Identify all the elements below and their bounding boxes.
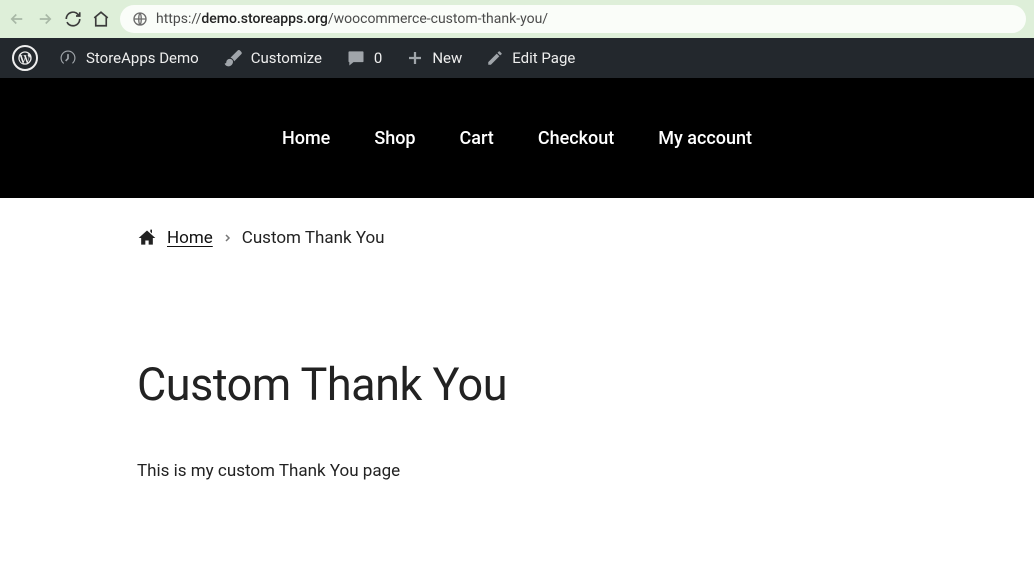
url-text: https://demo.storeapps.org/woocommerce-c…	[156, 11, 548, 27]
wp-new-item[interactable]: New	[394, 38, 474, 78]
wordpress-logo-icon	[12, 45, 38, 71]
wp-customize-label: Customize	[251, 49, 322, 67]
breadcrumb: Home Custom Thank You	[137, 228, 897, 248]
plus-icon	[406, 49, 424, 67]
forward-button[interactable]	[36, 10, 54, 28]
wp-comments-item[interactable]: 0	[334, 38, 394, 78]
comment-icon	[346, 48, 366, 68]
page-body: This is my custom Thank You page	[137, 461, 897, 481]
wp-edit-page-label: Edit Page	[512, 49, 575, 67]
wp-edit-page-item[interactable]: Edit Page	[474, 38, 587, 78]
wp-comments-count: 0	[374, 49, 382, 67]
home-button[interactable]	[92, 10, 110, 28]
nav-shop[interactable]: Shop	[374, 128, 415, 149]
wp-admin-bar: StoreApps Demo Customize 0 New Edit Page	[0, 38, 1034, 78]
page-title: Custom Thank You	[137, 358, 897, 411]
breadcrumb-home[interactable]: Home	[167, 228, 213, 248]
reload-icon	[64, 10, 82, 28]
pencil-icon	[486, 49, 504, 67]
page-content: Home Custom Thank You Custom Thank You T…	[137, 198, 897, 481]
url-bar[interactable]: https://demo.storeapps.org/woocommerce-c…	[120, 5, 1026, 33]
wp-logo-item[interactable]	[8, 38, 46, 78]
arrow-left-icon	[8, 10, 26, 28]
wp-customize-item[interactable]: Customize	[211, 38, 334, 78]
wp-new-label: New	[432, 49, 462, 67]
back-button[interactable]	[8, 10, 26, 28]
chevron-right-icon	[223, 232, 232, 244]
dashboard-icon	[58, 48, 78, 68]
nav-cart[interactable]: Cart	[460, 128, 494, 149]
site-nav: Home Shop Cart Checkout My account	[0, 78, 1034, 198]
brush-icon	[223, 48, 243, 68]
wp-site-name: StoreApps Demo	[86, 49, 199, 67]
nav-home[interactable]: Home	[282, 128, 330, 149]
home-icon	[137, 228, 157, 248]
arrow-right-icon	[36, 10, 54, 28]
home-icon	[92, 10, 110, 28]
breadcrumb-current: Custom Thank You	[242, 228, 385, 248]
nav-account[interactable]: My account	[658, 128, 752, 149]
globe-icon	[132, 11, 148, 27]
nav-checkout[interactable]: Checkout	[538, 128, 614, 149]
browser-toolbar: https://demo.storeapps.org/woocommerce-c…	[0, 0, 1034, 38]
reload-button[interactable]	[64, 10, 82, 28]
wp-site-item[interactable]: StoreApps Demo	[46, 38, 211, 78]
